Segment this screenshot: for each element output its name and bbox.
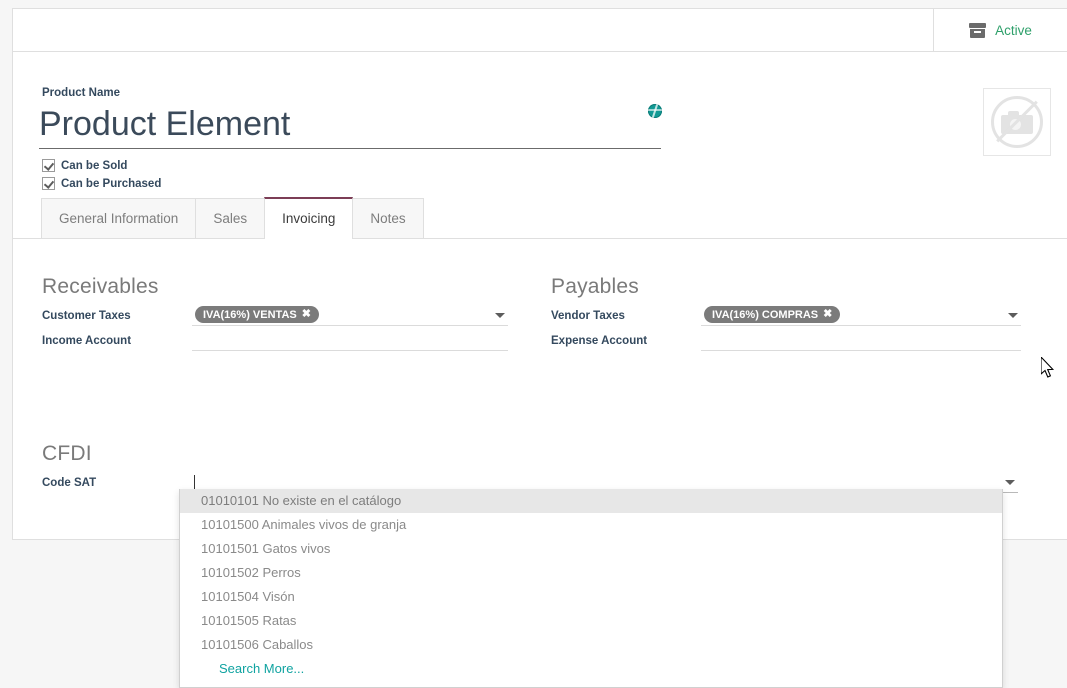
- vendor-taxes-field[interactable]: IVA(16%) COMPRAS ✖: [701, 305, 1021, 326]
- form-tabs: General Information Sales Invoicing Note…: [13, 198, 1067, 239]
- search-more-link[interactable]: Search More...: [180, 657, 1002, 681]
- product-form-card: Active Product Name Product Element Can …: [12, 8, 1067, 540]
- product-image-upload[interactable]: [983, 88, 1051, 156]
- text-cursor: [194, 475, 195, 490]
- dropdown-option[interactable]: 10101504 Visón: [180, 585, 1002, 609]
- vendor-taxes-tag-text: IVA(16%) COMPRAS: [712, 309, 818, 321]
- mouse-cursor: [1041, 357, 1055, 378]
- can-be-purchased-row[interactable]: Can be Purchased: [42, 177, 161, 190]
- status-bar: Active: [13, 9, 1067, 52]
- receivables-section-title: Receivables: [42, 275, 159, 299]
- product-header: Product Name Product Element Can be Sold…: [13, 52, 1067, 198]
- vendor-taxes-label: Vendor Taxes: [551, 310, 701, 322]
- no-camera-icon: [991, 96, 1043, 148]
- remove-tag-icon[interactable]: ✖: [823, 309, 832, 320]
- archive-box-icon: [969, 23, 986, 38]
- tab-invoicing[interactable]: Invoicing: [264, 197, 353, 239]
- can-be-sold-row[interactable]: Can be Sold: [42, 159, 127, 172]
- can-be-sold-checkbox[interactable]: [42, 159, 55, 172]
- chevron-down-icon[interactable]: [1008, 313, 1018, 318]
- status-badge-label: Active: [995, 23, 1032, 38]
- product-name-label: Product Name: [42, 87, 120, 99]
- dropdown-option[interactable]: 10101502 Perros: [180, 561, 1002, 585]
- expense-account-row: Expense Account: [551, 330, 1021, 351]
- tab-sales[interactable]: Sales: [195, 198, 265, 238]
- vendor-taxes-tag[interactable]: IVA(16%) COMPRAS ✖: [704, 306, 840, 323]
- globe-icon[interactable]: [648, 104, 662, 118]
- tab-notes[interactable]: Notes: [352, 198, 423, 238]
- tab-general-information[interactable]: General Information: [41, 198, 196, 238]
- dropdown-option[interactable]: 10101506 Caballos: [180, 633, 1002, 657]
- chevron-down-icon[interactable]: [495, 313, 505, 318]
- status-badge-active[interactable]: Active: [933, 9, 1067, 51]
- can-be-sold-label: Can be Sold: [61, 160, 127, 172]
- code-sat-label: Code SAT: [42, 477, 192, 489]
- code-sat-autocomplete-dropdown: 01010101 No existe en el catálogo 101015…: [179, 489, 1003, 688]
- cfdi-section-title: CFDI: [42, 442, 92, 466]
- customer-taxes-tag-text: IVA(16%) VENTAS: [203, 309, 297, 321]
- vendor-taxes-row: Vendor Taxes IVA(16%) COMPRAS ✖: [551, 305, 1021, 326]
- expense-account-label: Expense Account: [551, 335, 701, 347]
- remove-tag-icon[interactable]: ✖: [302, 309, 311, 320]
- can-be-purchased-checkbox[interactable]: [42, 177, 55, 190]
- customer-taxes-row: Customer Taxes IVA(16%) VENTAS ✖: [42, 305, 508, 326]
- customer-taxes-tag[interactable]: IVA(16%) VENTAS ✖: [195, 306, 319, 323]
- income-account-row: Income Account: [42, 330, 508, 351]
- dropdown-option[interactable]: 10101505 Ratas: [180, 609, 1002, 633]
- product-name-input[interactable]: Product Element: [39, 103, 661, 149]
- dropdown-option[interactable]: 10101500 Animales vivos de granja: [180, 513, 1002, 537]
- dropdown-option[interactable]: 01010101 No existe en el catálogo: [180, 489, 1002, 513]
- can-be-purchased-label: Can be Purchased: [61, 178, 161, 190]
- income-account-field[interactable]: [192, 330, 508, 351]
- dropdown-option[interactable]: 10101501 Gatos vivos: [180, 537, 1002, 561]
- expense-account-field[interactable]: [701, 330, 1021, 351]
- customer-taxes-label: Customer Taxes: [42, 310, 192, 322]
- payables-section-title: Payables: [551, 275, 639, 299]
- chevron-down-icon[interactable]: [1005, 480, 1015, 485]
- customer-taxes-field[interactable]: IVA(16%) VENTAS ✖: [192, 305, 508, 326]
- income-account-label: Income Account: [42, 335, 192, 347]
